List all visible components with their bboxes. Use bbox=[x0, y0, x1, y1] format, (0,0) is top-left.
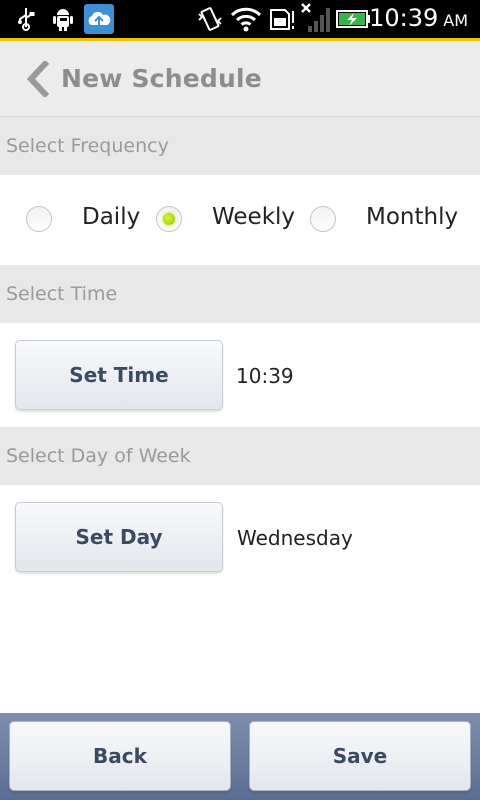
page-title: New Schedule bbox=[61, 64, 262, 93]
time-value: 10:39 bbox=[236, 364, 294, 388]
app-header: New Schedule bbox=[0, 41, 480, 117]
clock: 10:39 AM bbox=[369, 4, 468, 34]
vibrate-icon bbox=[196, 6, 224, 32]
radio-label-monthly[interactable]: Monthly bbox=[366, 204, 458, 230]
cloud-upload-icon bbox=[84, 4, 114, 34]
set-time-button[interactable]: Set Time bbox=[15, 340, 223, 410]
set-day-button[interactable]: Set Day bbox=[15, 502, 223, 572]
back-button[interactable]: Back bbox=[9, 721, 231, 791]
chevron-left-icon[interactable] bbox=[24, 59, 52, 99]
radio-daily[interactable] bbox=[26, 206, 52, 232]
day-value: Wednesday bbox=[237, 526, 353, 550]
section-label-frequency: Select Frequency bbox=[0, 117, 480, 175]
wifi-icon bbox=[230, 6, 262, 32]
save-button[interactable]: Save bbox=[249, 721, 471, 791]
radio-monthly[interactable] bbox=[310, 206, 336, 232]
radio-label-weekly[interactable]: Weekly bbox=[212, 204, 295, 230]
radio-weekly[interactable] bbox=[156, 206, 182, 232]
section-label-day: Select Day of Week bbox=[0, 427, 480, 485]
battery-charging-icon bbox=[336, 6, 372, 32]
radio-label-daily[interactable]: Daily bbox=[82, 204, 140, 230]
clock-ampm: AM bbox=[443, 11, 468, 30]
bottom-action-bar: Back Save bbox=[0, 713, 480, 800]
no-signal-icon bbox=[300, 2, 332, 34]
android-debug-icon bbox=[50, 6, 76, 32]
clock-time: 10:39 bbox=[369, 4, 439, 32]
sd-card-icon bbox=[268, 6, 296, 32]
usb-icon bbox=[14, 6, 38, 32]
section-label-time: Select Time bbox=[0, 265, 480, 323]
status-bar: 10:39 AM bbox=[0, 0, 480, 41]
frequency-radio-group: Daily Weekly Monthly bbox=[0, 176, 480, 265]
